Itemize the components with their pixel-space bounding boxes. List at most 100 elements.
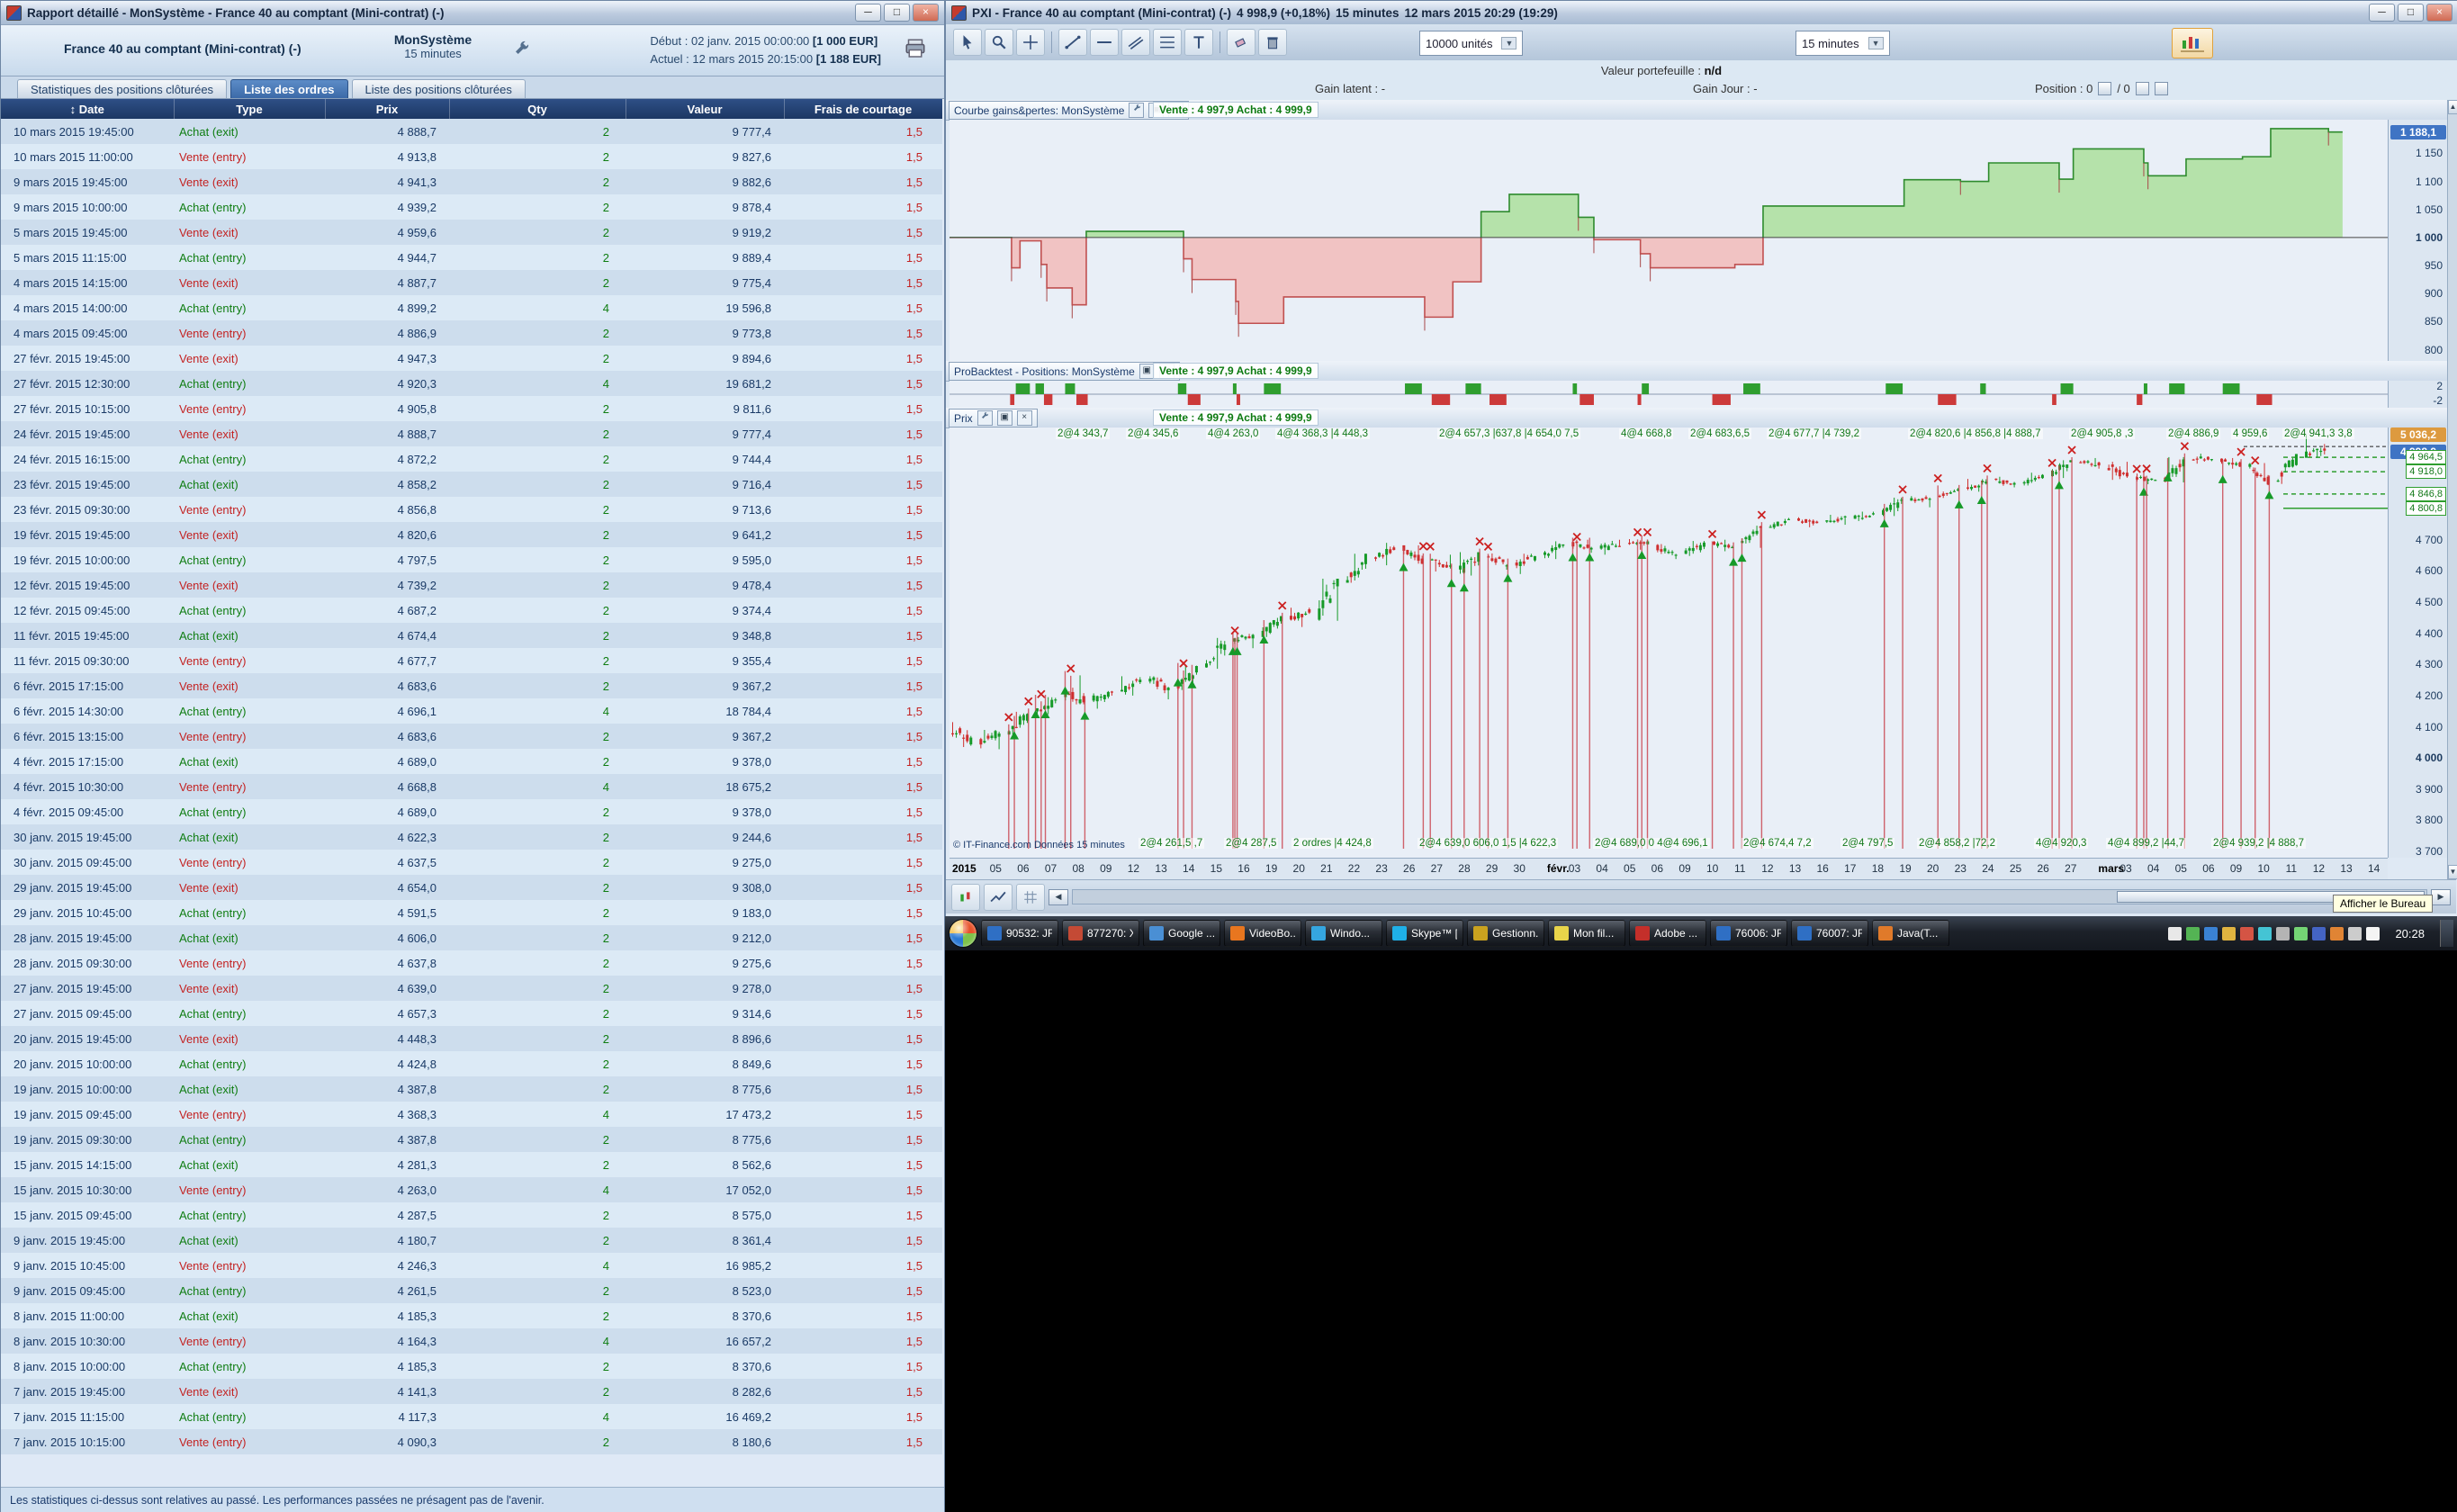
taskbar-button[interactable]: 76006: JF... [1710,920,1787,947]
horizontal-line-tool-icon[interactable] [1090,29,1119,56]
scroll-down-button[interactable]: ▼ [2448,865,2457,879]
taskbar-button[interactable]: Adobe ... [1629,920,1706,947]
table-row[interactable]: 4 févr. 2015 17:15:00 Achat (exit) 4 689,0… [1,749,942,774]
taskbar-button[interactable]: VideoBo... [1224,920,1301,947]
table-row[interactable]: 28 janv. 2015 19:45:00 Achat (exit) 4 606,… [1,925,942,950]
panel-copy-icon[interactable]: ▣ [996,410,1012,426]
table-row[interactable]: 19 janv. 2015 10:00:00 Achat (exit) 4 387,… [1,1076,942,1102]
close-button[interactable]: × [913,4,939,22]
close-button[interactable]: × [2426,4,2452,22]
pointer-tool-icon[interactable] [953,29,982,56]
table-row[interactable]: 9 mars 2015 19:45:00 Vente (exit) 4 941,3 2… [1,169,942,194]
table-row[interactable]: 28 janv. 2015 09:30:00 Vente (entry) 4 637… [1,950,942,976]
tab-liste-des-ordres[interactable]: Liste des ordres [230,79,348,98]
col-header[interactable]: Valeur [626,99,785,119]
chart-style-button[interactable] [2172,28,2213,58]
table-row[interactable]: 9 janv. 2015 09:45:00 Achat (entry) 4 261,… [1,1278,942,1303]
table-row[interactable]: 20 janv. 2015 10:00:00 Achat (entry) 4 424… [1,1051,942,1076]
table-row[interactable]: 27 févr. 2015 10:15:00 Vente (entry) 4 905… [1,396,942,421]
tab-liste-des-positions-cl-tur-es[interactable]: Liste des positions clôturées [351,79,526,98]
table-row[interactable]: 27 janv. 2015 09:45:00 Achat (entry) 4 657… [1,1001,942,1026]
taskbar-button[interactable]: 90532: JF... [981,920,1058,947]
table-row[interactable]: 4 févr. 2015 09:45:00 Achat (entry) 4 689,… [1,799,942,824]
tray-icon[interactable] [2186,926,2200,940]
table-row[interactable]: 8 janv. 2015 11:00:00 Achat (exit) 4 185,3… [1,1303,942,1328]
table-row[interactable]: 15 janv. 2015 14:15:00 Achat (exit) 4 281,… [1,1152,942,1177]
table-row[interactable]: 4 mars 2015 14:00:00 Achat (entry) 4 899,2… [1,295,942,320]
table-row[interactable]: 24 févr. 2015 19:45:00 Vente (exit) 4 888,… [1,421,942,446]
col-header[interactable]: Frais de courtage [784,99,943,119]
taskbar-button[interactable]: Windo... [1305,920,1382,947]
taskbar-button[interactable]: 76007: JF... [1791,920,1868,947]
equity-plot[interactable] [950,120,2388,361]
table-row[interactable]: 19 févr. 2015 19:45:00 Vente (exit) 4 820,… [1,522,942,547]
table-row[interactable]: 29 janv. 2015 10:45:00 Achat (entry) 4 591… [1,900,942,925]
table-row[interactable]: 9 janv. 2015 19:45:00 Achat (exit) 4 180,7… [1,1228,942,1253]
tray-icon[interactable] [2240,926,2254,940]
positions-panel-tab[interactable]: ProBacktest - Positions: MonSystème ▣ × [949,362,1180,381]
table-row[interactable]: 20 janv. 2015 19:45:00 Vente (exit) 4 448,… [1,1026,942,1051]
table-row[interactable]: 8 janv. 2015 10:30:00 Vente (entry) 4 164,… [1,1328,942,1354]
scroll-up-button[interactable]: ▲ [2448,100,2457,114]
price-plot[interactable]: 2@4 343,7 2@4 345,6 4@4 263,0 4@4 368,3 |4 … [950,428,2388,858]
table-row[interactable]: 6 févr. 2015 17:15:00 Vente (exit) 4 683,6… [1,673,942,698]
text-tool-icon[interactable] [1184,29,1213,56]
tray-icon[interactable] [2312,926,2326,940]
tab-statistiques-des-positions-cl-tur-es[interactable]: Statistiques des positions clôturées [17,79,228,98]
table-row[interactable]: 27 févr. 2015 12:30:00 Achat (entry) 4 920… [1,371,942,396]
table-row[interactable]: 6 févr. 2015 13:15:00 Vente (entry) 4 683,… [1,724,942,749]
tray-icon[interactable] [2366,926,2380,940]
table-row[interactable]: 6 févr. 2015 14:30:00 Achat (entry) 4 696,… [1,698,942,724]
col-header[interactable]: Type [174,99,326,119]
price-panel-tab[interactable]: Prix ▣ × [949,409,1038,428]
positions-plot[interactable] [950,381,2388,408]
table-row[interactable]: 15 janv. 2015 10:30:00 Vente (entry) 4 263… [1,1177,942,1202]
table-row[interactable]: 10 mars 2015 19:45:00 Achat (exit) 4 888,7… [1,119,942,144]
channel-tool-icon[interactable] [1121,29,1150,56]
scroll-left-button[interactable]: ◀ [1048,888,1068,905]
orders-table[interactable]: ↕ Date Type Prix Qty Valeur Frais de courtage… [1,99,944,1487]
table-row[interactable]: 4 févr. 2015 10:30:00 Vente (entry) 4 668,… [1,774,942,799]
panel-settings-icon[interactable] [1129,103,1145,118]
show-desktop-button[interactable] [2440,920,2453,947]
scroll-right-button[interactable]: ▶ [2431,888,2451,905]
table-row[interactable]: 7 janv. 2015 10:15:00 Vente (entry) 4 090,… [1,1429,942,1454]
vertical-scrollbar[interactable]: ▲ ▼ [2447,100,2457,879]
minimize-button[interactable]: ─ [2369,4,2395,22]
table-row[interactable]: 19 janv. 2015 09:30:00 Achat (entry) 4 387… [1,1127,942,1152]
table-row[interactable]: 11 févr. 2015 19:45:00 Achat (exit) 4 674,… [1,623,942,648]
print-icon[interactable] [904,38,926,64]
maximize-button[interactable]: □ [884,4,910,22]
table-row[interactable]: 23 févr. 2015 19:45:00 Achat (exit) 4 858,… [1,472,942,497]
orders-icon[interactable] [2135,82,2149,95]
table-row[interactable]: 4 mars 2015 09:45:00 Vente (entry) 4 886,9… [1,320,942,346]
clock[interactable]: 20:28 [2395,927,2425,940]
table-row[interactable]: 27 févr. 2015 19:45:00 Vente (exit) 4 947,… [1,346,942,371]
report-titlebar[interactable]: Rapport détaillé - MonSystème - France 4… [1,1,944,25]
table-row[interactable]: 9 mars 2015 10:00:00 Achat (entry) 4 939,2… [1,194,942,220]
table-row[interactable]: 30 janv. 2015 19:45:00 Achat (exit) 4 622,… [1,824,942,850]
trendline-tool-icon[interactable] [1058,29,1087,56]
table-row[interactable]: 11 févr. 2015 09:30:00 Vente (entry) 4 677… [1,648,942,673]
maximize-button[interactable]: □ [2398,4,2424,22]
tray-icon[interactable] [2276,926,2290,940]
tray-icon[interactable] [2348,926,2362,940]
zoom-tool-icon[interactable] [985,29,1013,56]
table-row[interactable]: 30 janv. 2015 09:45:00 Vente (entry) 4 637… [1,850,942,875]
col-header[interactable]: ↕ Date [1,99,175,119]
table-row[interactable]: 19 janv. 2015 09:45:00 Vente (entry) 4 368… [1,1102,942,1127]
col-header[interactable]: Qty [449,99,626,119]
table-row[interactable]: 27 janv. 2015 19:45:00 Vente (exit) 4 639,… [1,976,942,1001]
table-row[interactable]: 7 janv. 2015 19:45:00 Vente (exit) 4 141,3… [1,1379,942,1404]
taskbar-button[interactable]: Skype™ [... [1386,920,1463,947]
tray-icon[interactable] [2294,926,2308,940]
eraser-tool-icon[interactable] [1227,29,1256,56]
start-button[interactable] [949,919,977,948]
table-row[interactable]: 15 janv. 2015 09:45:00 Achat (entry) 4 287… [1,1202,942,1228]
panel-settings-icon[interactable] [976,410,993,426]
units-select[interactable]: 10000 unités ▼ [1419,31,1524,56]
crosshair-tool-icon[interactable] [1016,29,1045,56]
panel-close-icon[interactable]: × [1016,410,1032,426]
table-row[interactable]: 10 mars 2015 11:00:00 Vente (entry) 4 913,… [1,144,942,169]
candlestick-mode-icon[interactable] [951,883,980,911]
